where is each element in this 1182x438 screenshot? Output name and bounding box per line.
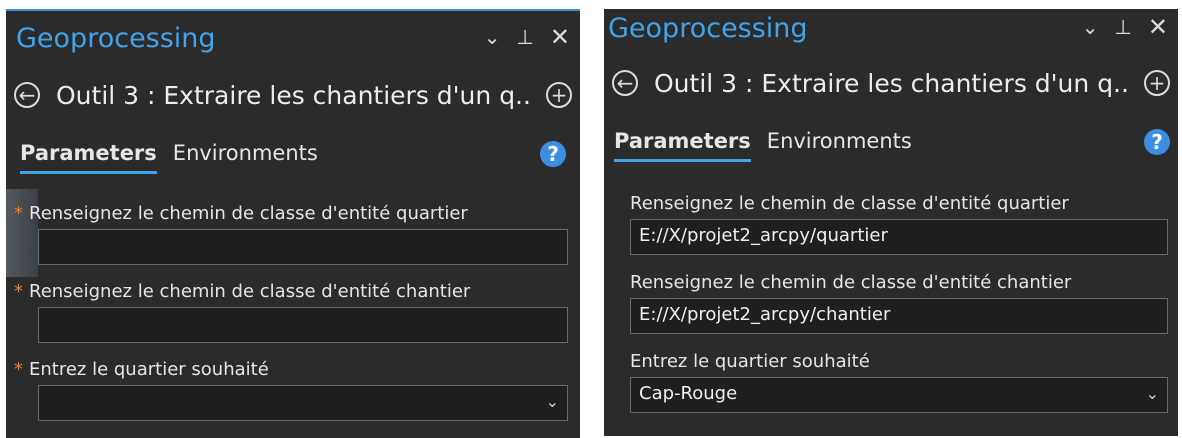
tab-bar: Parameters Environments [614,129,912,162]
chevron-down-icon: ⌄ [1145,384,1159,403]
geoprocessing-pane-left: Geoprocessing ⌄ ⊥ ✕ ← Outil 3 : Extraire… [6,9,580,438]
quartier-path-input[interactable] [38,229,568,265]
param-label-quartier: * Renseignez le chemin de classe d'entité… [14,203,468,224]
tab-parameters[interactable]: Parameters [20,141,157,174]
tool-header: ← Outil 3 : Extraire les chantiers d'un … [14,77,572,113]
required-marker: * [14,359,23,380]
param-label-chantier: Renseignez le chemin de classe d'entité … [630,272,1072,293]
param-label-neighborhood: Entrez le quartier souhaité [630,351,870,372]
neighborhood-select[interactable]: Cap-Rouge ⌄ [630,377,1168,413]
add-icon[interactable]: + [546,82,572,108]
back-arrow-icon[interactable]: ← [14,82,40,108]
quartier-path-input[interactable]: E://X/projet2_arcpy/quartier [630,219,1168,255]
tool-title: Outil 3 : Extraire les chantiers d'un q.… [56,80,530,110]
chevron-down-icon: ⌄ [545,392,559,411]
chevron-down-icon[interactable]: ⌄ [484,25,501,49]
param-label-neighborhood: * Entrez le quartier souhaité [14,359,269,380]
tool-title: Outil 3 : Extraire les chantiers d'un q.… [654,68,1128,98]
param-label-quartier: Renseignez le chemin de classe d'entité … [630,193,1069,214]
help-icon[interactable]: ? [1144,129,1170,155]
neighborhood-select[interactable]: ⌄ [38,385,568,421]
pin-icon[interactable]: ⊥ [516,25,533,49]
chantier-path-input[interactable]: E://X/projet2_arcpy/chantier [630,298,1168,334]
pane-title: Geoprocessing [608,13,808,44]
geoprocessing-pane-right: Geoprocessing ⌄ ⊥ ✕ ← Outil 3 : Extraire… [604,9,1178,436]
required-marker: * [14,203,23,224]
tab-bar: Parameters Environments [20,141,318,174]
required-marker: * [14,281,23,302]
close-icon[interactable]: ✕ [550,25,570,49]
chantier-path-input[interactable] [38,307,568,343]
close-icon[interactable]: ✕ [1148,15,1168,39]
help-icon[interactable]: ? [540,141,566,167]
add-icon[interactable]: + [1144,70,1170,96]
pin-icon[interactable]: ⊥ [1114,15,1131,39]
chevron-down-icon[interactable]: ⌄ [1082,15,1099,39]
back-arrow-icon[interactable]: ← [612,70,638,96]
window-controls: ⌄ ⊥ ✕ [1082,15,1168,39]
tool-header: ← Outil 3 : Extraire les chantiers d'un … [612,65,1170,101]
window-controls: ⌄ ⊥ ✕ [484,25,570,49]
tab-environments[interactable]: Environments [173,141,318,174]
param-label-chantier: * Renseignez le chemin de classe d'entité… [14,281,471,302]
pane-title: Geoprocessing [16,23,216,54]
tab-parameters[interactable]: Parameters [614,129,751,162]
tab-environments[interactable]: Environments [767,129,912,162]
